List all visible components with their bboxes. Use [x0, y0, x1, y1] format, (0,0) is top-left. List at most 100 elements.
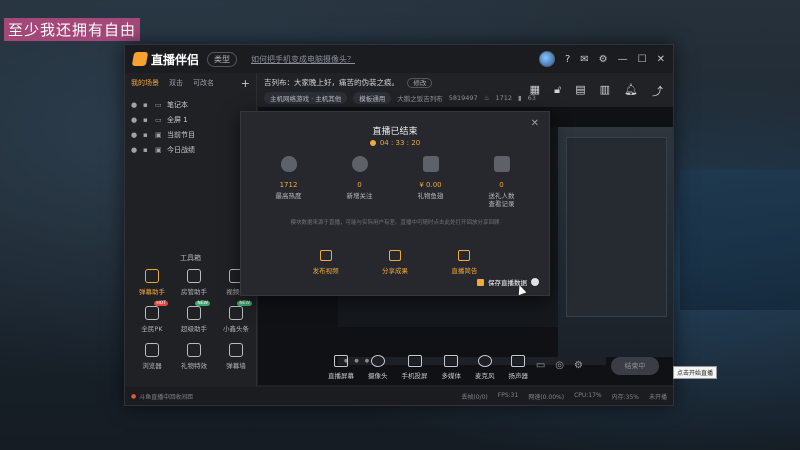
top-toolbar: ▦ 🔓︎ ▤ ▥ 🔔︎ ⤴: [530, 83, 663, 99]
captured-window-frame: [566, 137, 667, 317]
category-tag[interactable]: 主机网络游戏 · 主机其他: [264, 92, 348, 104]
lock-icon[interactable]: 🔓︎: [554, 83, 561, 99]
microphone-button[interactable]: 麦克风: [475, 354, 495, 380]
tab-rename[interactable]: 可改名: [193, 78, 214, 88]
eye-icon[interactable]: ●: [131, 131, 138, 139]
tool-label: 全民PK: [141, 325, 163, 333]
help-icon[interactable]: ?: [565, 54, 570, 65]
record-icon[interactable]: ▭: [536, 360, 545, 371]
cpu: CPU:17%: [574, 391, 602, 399]
tool-headline[interactable]: NEW 小鑫头条: [215, 301, 257, 333]
camera-button[interactable]: 摄像头: [368, 354, 388, 380]
stat-label: 送礼人数 查看记录: [488, 192, 515, 209]
captured-window: [558, 127, 673, 357]
arrow-right-icon[interactable]: [531, 278, 539, 286]
scene-item[interactable]: ● ▪ ▣ 今日战绩: [129, 142, 256, 157]
tool-danmaku-assistant[interactable]: 弹幕助手: [131, 269, 173, 296]
share-icon[interactable]: ⤴: [652, 83, 663, 99]
layout-icon[interactable]: ▦: [530, 83, 540, 99]
multimedia-button[interactable]: 多媒体: [442, 354, 461, 380]
help-link[interactable]: 如何把手机变成电脑摄像头？: [251, 54, 355, 65]
dialog-hint: 模块数据来源于直播，可能与实际用户有差。直播中可随时点击此处打开回放分享回顾: [290, 220, 500, 226]
tool-pk[interactable]: HOT 全民PK: [131, 301, 173, 333]
calendar-icon[interactable]: ▥: [600, 83, 610, 99]
duration-value: 04 : 33 : 20: [379, 139, 421, 147]
start-stream-button[interactable]: 结束中: [611, 357, 659, 375]
checkbox-checked[interactable]: [477, 278, 484, 286]
tool-label: 礼物特效: [181, 362, 207, 370]
stat-gift-income: ¥ 0.00 礼物鱼翅: [401, 156, 461, 209]
action-label: 分享成果: [381, 267, 408, 275]
live-duration: 04 : 33 : 20: [241, 139, 549, 147]
settings-icon[interactable]: ⚙: [599, 54, 608, 65]
tab-double-click[interactable]: 双击: [169, 78, 183, 88]
lock-icon[interactable]: ▪: [143, 101, 150, 109]
tool-room-manager[interactable]: 房管助手: [173, 269, 215, 296]
shield-icon: HOT: [145, 301, 168, 320]
settings-icon[interactable]: ⚙: [574, 360, 583, 371]
tool-gift-effects[interactable]: 礼物特效: [173, 343, 215, 370]
maximize-icon[interactable]: ☐: [638, 54, 647, 65]
tab-my-scenes[interactable]: 我的场景: [131, 78, 159, 88]
scene-item[interactable]: ● ▪ ▣ 当前节目: [129, 127, 256, 142]
phone-icon: [407, 354, 422, 367]
play-icon: [444, 354, 459, 367]
action-label: 发布视频: [312, 267, 339, 275]
minimize-icon[interactable]: —: [618, 54, 628, 65]
viewer-icon: ▮: [518, 94, 522, 102]
control-label: 麦克风: [475, 371, 495, 380]
speaker-button[interactable]: 扬声器: [509, 354, 528, 380]
scene-label: 今日战绩: [167, 145, 195, 154]
scene-panel: 我的场景 双击 可改名 + ● ▪ ▭ 笔记本 ● ▪ ▭ 全屏 1 ● ▪ ▣: [125, 73, 257, 387]
save-live-data[interactable]: 保存直播数据: [477, 277, 539, 287]
download-icon: NEW: [187, 301, 210, 320]
type-dropdown[interactable]: 类型: [207, 51, 238, 67]
speaker-icon: [511, 354, 526, 367]
dialog-actions: 发布视频 分享成果 直播简告: [241, 250, 549, 275]
scene-item[interactable]: ● ▪ ▭ 全屏 1: [129, 112, 256, 127]
camera-icon: [370, 354, 385, 367]
lock-icon[interactable]: ▪: [143, 116, 150, 124]
danmaku-icon: [145, 269, 159, 283]
new-badge: NEW: [237, 301, 252, 306]
live-report-button[interactable]: 直播简告: [451, 250, 477, 275]
publish-video-button[interactable]: 发布视频: [313, 250, 339, 275]
eye-icon[interactable]: ●: [131, 101, 138, 109]
source-controls: 直播屏幕 摄像头 手机投屏 多媒体 麦克风 扬声器 ▭ ◎ ⚙ 结束中: [258, 345, 673, 389]
phone-cast-button[interactable]: 手机投屏: [402, 354, 428, 380]
gift-icon: [422, 156, 439, 172]
heart-plus-icon: [351, 156, 368, 172]
avatar[interactable]: [538, 51, 555, 67]
close-icon[interactable]: ✕: [531, 118, 539, 129]
lock-icon[interactable]: ▪: [143, 131, 150, 139]
tooltip: 点击开始直播: [673, 366, 718, 379]
stat-label: 最高热度: [275, 192, 302, 200]
template-tag[interactable]: 模板通用: [353, 92, 392, 104]
modify-button[interactable]: 修改: [407, 78, 433, 88]
share-results-button[interactable]: 分享成果: [382, 250, 408, 275]
box-icon[interactable]: ▤: [575, 83, 585, 99]
background-window: [680, 170, 800, 310]
message-icon[interactable]: ✉: [580, 54, 588, 65]
tool-label: 弹幕墙: [226, 362, 246, 370]
stat-gift-senders[interactable]: 0 送礼人数 查看记录: [472, 156, 532, 209]
bell-icon[interactable]: 🔔︎: [624, 83, 638, 99]
eye-icon[interactable]: ●: [131, 116, 138, 124]
heat-icon: ♨: [483, 94, 490, 102]
scene-item[interactable]: ● ▪ ▭ 笔记本: [129, 97, 256, 112]
screen-capture-button[interactable]: 直播屏幕: [328, 354, 354, 380]
microphone-icon: [477, 354, 492, 367]
stream-status: 未开播: [648, 393, 667, 401]
edit-icon: [458, 250, 471, 261]
new-badge: NEW: [195, 301, 210, 306]
add-scene-button[interactable]: +: [241, 77, 250, 90]
lock-icon[interactable]: ▪: [143, 146, 150, 154]
close-icon[interactable]: ✕: [657, 54, 665, 65]
tool-label: 房管助手: [181, 288, 207, 296]
tool-super-assistant[interactable]: NEW 超级助手: [173, 301, 215, 333]
preview-toggle-icon[interactable]: ◎: [555, 360, 564, 371]
tool-danmaku-wall[interactable]: 弹幕墙: [215, 343, 257, 370]
tool-browser[interactable]: 浏览器: [131, 343, 173, 370]
eye-icon[interactable]: ●: [131, 146, 138, 154]
status-bar: ● 斗鱼直播中回收间距 丢帧(0/0) FPS:31 网速(0.00%) CPU…: [125, 387, 673, 405]
